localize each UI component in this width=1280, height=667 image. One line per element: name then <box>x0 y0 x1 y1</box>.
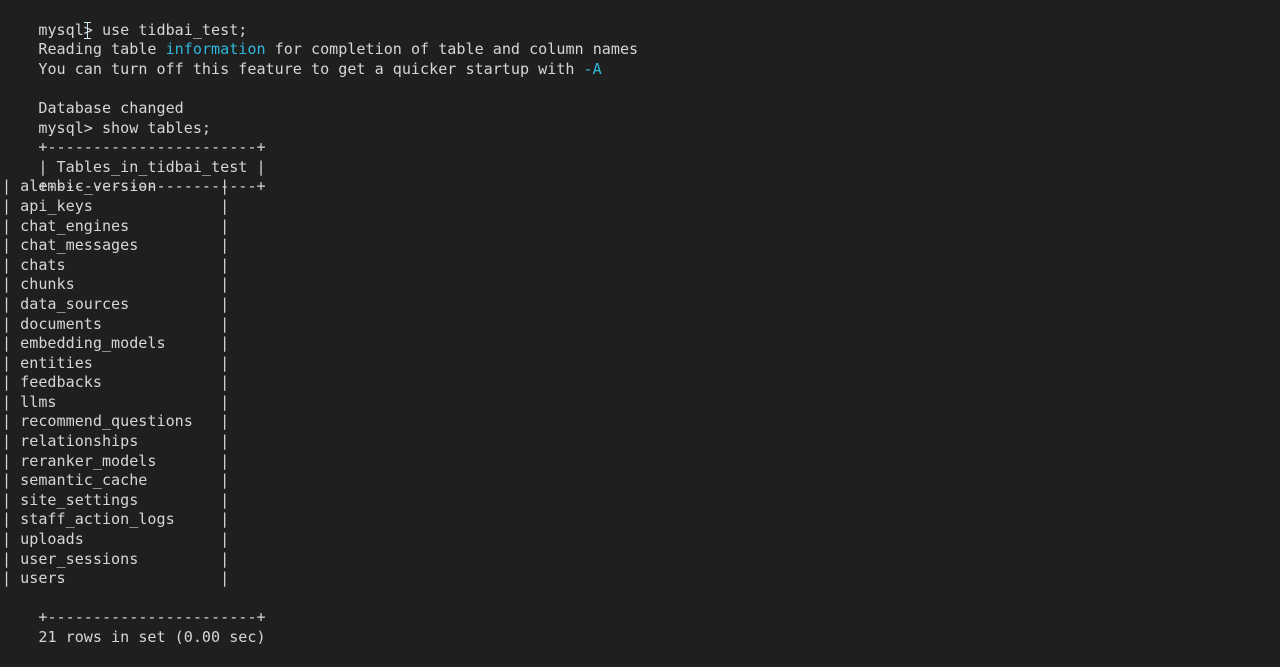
table-row: | llms | <box>2 393 1280 413</box>
table-cell-table-name: | embedding_models | <box>2 334 230 353</box>
table-row: | staff_action_logs | <box>2 510 1280 530</box>
table-cell-table-name: | llms | <box>2 392 230 411</box>
table-cell-table-name: | site_settings | <box>2 490 230 509</box>
table-cell-table-name: | reranker_models | <box>2 451 230 470</box>
table-row: | site_settings | <box>2 491 1280 511</box>
table-row: | users | <box>2 569 1280 589</box>
table-cell-table-name: | chats | <box>2 255 230 274</box>
table-cell-table-name: | chunks | <box>2 275 230 294</box>
command-show-tables-text: mysql> show tables; <box>38 118 212 137</box>
table-cell-table-name: | staff_action_logs | <box>2 510 230 529</box>
table-row: | chat_messages | <box>2 236 1280 256</box>
table-row: | feedbacks | <box>2 373 1280 393</box>
command-use-text: mysql> use tidbai_test; <box>38 20 248 39</box>
table-row: | data_sources | <box>2 295 1280 315</box>
reading-table-prefix: Reading table <box>38 40 166 59</box>
terminal-line-command-use: mysql> use tidbai_test; <box>2 1 1280 39</box>
table-cell-table-name: | feedbacks | <box>2 373 230 392</box>
table-cell-table-name: | users | <box>2 569 230 588</box>
table-cell-table-name: | documents | <box>2 314 230 333</box>
table-row: | relationships | <box>2 432 1280 452</box>
table-cell-table-name: | alembic_version | <box>2 177 230 196</box>
table-cell-table-name: | uploads | <box>2 530 230 549</box>
reading-table-suffix: for completion of table and column names <box>265 40 639 59</box>
table-cell-table-name: | recommend_questions | <box>2 412 230 431</box>
table-row: | entities | <box>2 354 1280 374</box>
table-cell-table-name: | entities | <box>2 353 230 372</box>
table-row: | reranker_models | <box>2 452 1280 472</box>
flag-a-option: -A <box>583 59 602 78</box>
turn-off-hint-prefix: You can turn off this feature to get a q… <box>38 59 584 78</box>
terminal-line-database-changed: Database changed <box>2 79 1280 117</box>
table-body: | alembic_version | | api_keys | | chat_en… <box>2 177 1280 588</box>
table-row: | chats | <box>2 256 1280 276</box>
terminal-line-command-show-tables: mysql> show tables; <box>2 99 1280 137</box>
table-row: | embedding_models | <box>2 334 1280 354</box>
table-cell-table-name: | relationships | <box>2 432 230 451</box>
terminal-screen[interactable]: mysql> use tidbai_test; Reading table in… <box>0 0 1280 646</box>
database-changed-text: Database changed <box>38 98 184 117</box>
table-row: | api_keys | <box>2 197 1280 217</box>
table-header-text: | Tables_in_tidbai_test | <box>38 157 266 176</box>
table-row: | semantic_cache | <box>2 471 1280 491</box>
table-cell-table-name: | user_sessions | <box>2 549 230 568</box>
table-row: | user_sessions | <box>2 550 1280 570</box>
table-border-top-text: +-----------------------+ <box>38 138 266 157</box>
table-cell-table-name: | data_sources | <box>2 294 230 313</box>
table-cell-table-name: | semantic_cache | <box>2 471 230 490</box>
table-cell-table-name: | chat_engines | <box>2 216 230 235</box>
table-border-bottom: +-----------------------+ <box>2 589 1280 626</box>
table-row: | chat_engines | <box>2 217 1280 237</box>
table-row: | uploads | <box>2 530 1280 550</box>
table-row: | documents | <box>2 315 1280 335</box>
table-row: | recommend_questions | <box>2 412 1280 432</box>
table-row: | alembic_version | <box>2 177 1280 197</box>
table-cell-table-name: | chat_messages | <box>2 236 230 255</box>
table-row: | chunks | <box>2 275 1280 295</box>
table-cell-table-name: | api_keys | <box>2 196 230 215</box>
result-status-text: 21 rows in set (0.00 sec) <box>38 628 266 646</box>
information-keyword: information <box>165 40 266 59</box>
